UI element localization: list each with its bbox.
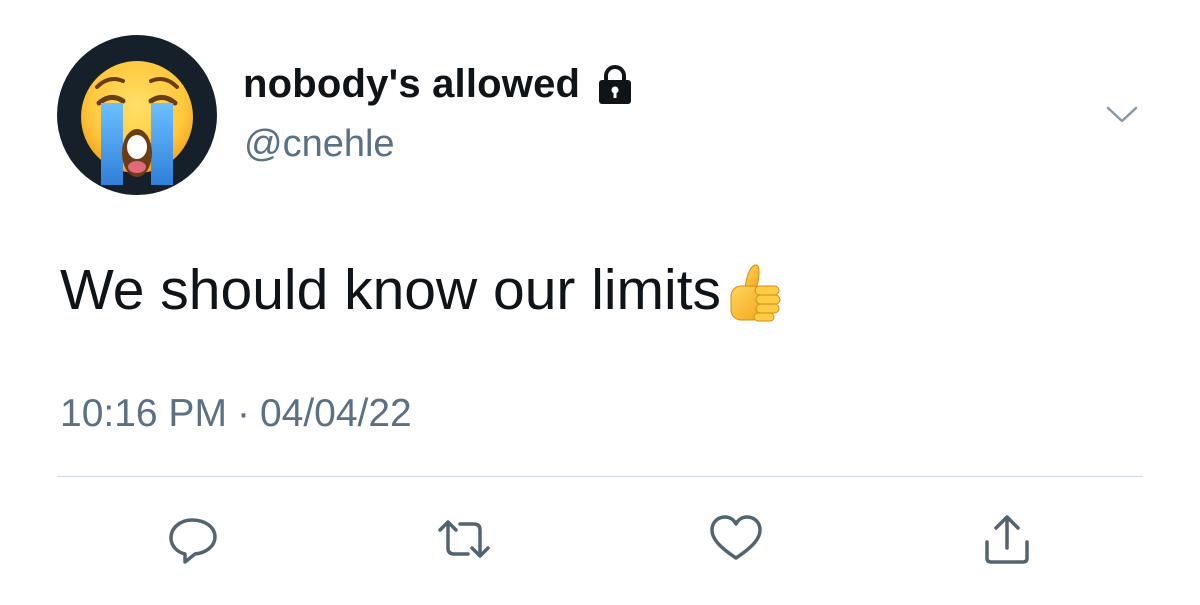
share-button[interactable]	[979, 512, 1035, 566]
tweet-time: 10:16 PM	[60, 392, 227, 435]
lock-icon	[594, 64, 636, 106]
chevron-down-icon[interactable]	[1104, 100, 1140, 128]
reply-button[interactable]	[165, 512, 221, 566]
tweet-date: 04/04/22	[259, 392, 412, 435]
like-button[interactable]	[708, 512, 764, 566]
tweet-timestamp[interactable]: 10:16 PM · 04/04/22	[60, 392, 412, 436]
tweet-card: nobody's allowed @cnehle We should know …	[0, 0, 1200, 605]
heart-icon	[710, 515, 762, 560]
retweet-icon	[438, 520, 490, 558]
reply-bubble-icon	[169, 518, 217, 564]
loudly-crying-face-icon	[81, 61, 193, 185]
display-name-text: nobody's allowed	[243, 62, 581, 106]
avatar[interactable]	[57, 35, 217, 195]
user-handle[interactable]: @cnehle	[244, 123, 395, 166]
tweet-text-body: We should know our limits	[60, 258, 722, 322]
retweet-button[interactable]	[434, 512, 490, 566]
thumbs-up-icon	[723, 258, 785, 328]
tweet-text: We should know our limits	[60, 252, 785, 328]
share-upload-icon	[985, 515, 1029, 564]
display-name[interactable]: nobody's allowed	[243, 62, 636, 107]
meta-separator: ·	[236, 392, 250, 435]
divider	[57, 476, 1143, 477]
